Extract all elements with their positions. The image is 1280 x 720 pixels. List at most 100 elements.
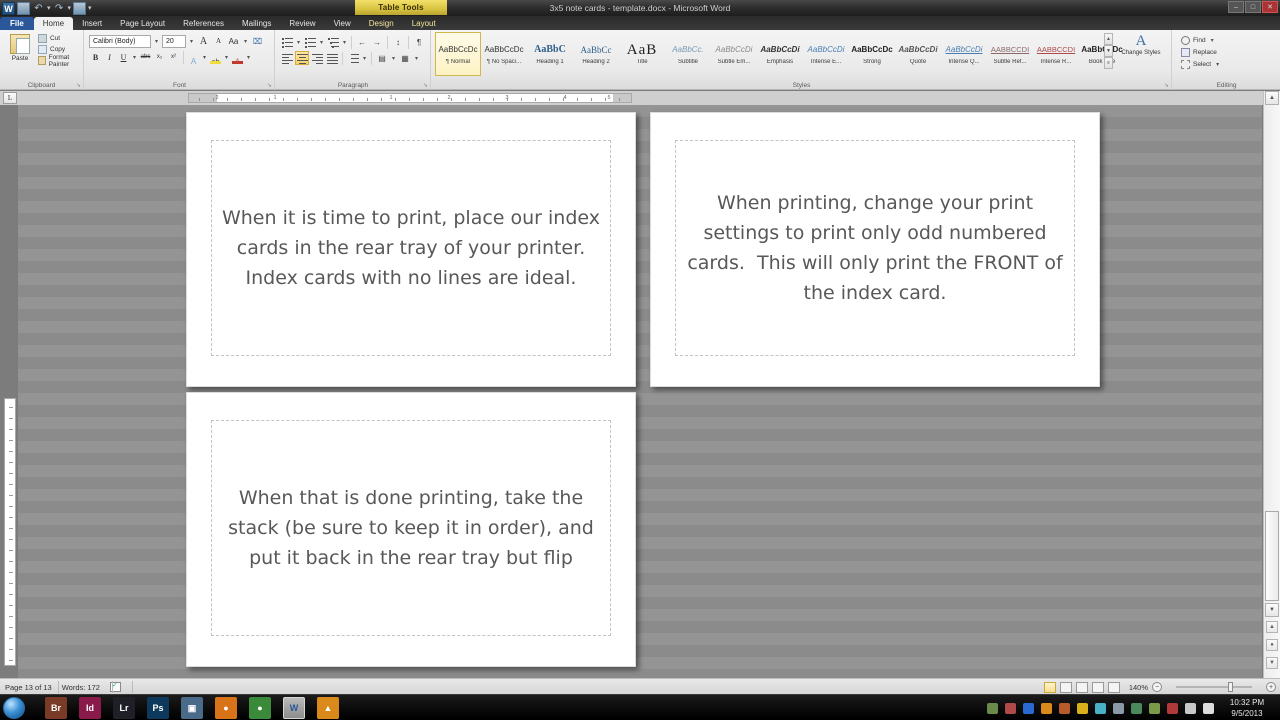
multilevel-list-icon[interactable] bbox=[326, 35, 340, 49]
highlight-dropdown-icon[interactable]: ▾ bbox=[223, 54, 230, 61]
style-item-no-spaci[interactable]: AaBbCcDc ¶ No Spaci... bbox=[481, 32, 527, 76]
numbering-icon[interactable] bbox=[303, 35, 317, 49]
style-item-heading-1[interactable]: AaBbC Heading 1 bbox=[527, 32, 573, 76]
style-item-quote[interactable]: AaBbCcDi Quote bbox=[895, 32, 941, 76]
taskbar-item-word[interactable]: W bbox=[283, 697, 305, 719]
clear-formatting-icon[interactable]: ⌧ bbox=[251, 35, 264, 48]
note-card[interactable]: When it is time to print, place our inde… bbox=[186, 112, 636, 387]
full-screen-reading-view-button[interactable] bbox=[1060, 681, 1072, 693]
close-button[interactable]: ✕ bbox=[1262, 1, 1278, 13]
ribbon-tab-insert[interactable]: Insert bbox=[73, 17, 111, 30]
style-item-heading-2[interactable]: AaBbCc Heading 2 bbox=[573, 32, 619, 76]
increase-indent-icon[interactable]: → bbox=[370, 35, 384, 49]
style-item-intense-r[interactable]: AABBCCDI Intense R... bbox=[1033, 32, 1079, 76]
find-button[interactable]: Find ▾ bbox=[1181, 34, 1221, 46]
note-card-cell[interactable]: When it is time to print, place our inde… bbox=[211, 140, 611, 356]
ribbon-tab-mailings[interactable]: Mailings bbox=[233, 17, 280, 30]
change-case-dropdown-icon[interactable]: ▾ bbox=[242, 38, 249, 45]
tray-icon-6[interactable] bbox=[1113, 702, 1124, 714]
style-item-subtitle[interactable]: AaBbCc. Subtitle bbox=[665, 32, 711, 76]
taskbar-item-chrome[interactable]: ● bbox=[249, 697, 271, 719]
start-button[interactable] bbox=[3, 697, 25, 719]
font-name-dropdown-icon[interactable]: ▾ bbox=[153, 38, 160, 45]
tray-icon-2[interactable] bbox=[1005, 702, 1016, 714]
style-item-title[interactable]: AaB Title bbox=[619, 32, 665, 76]
previous-page-button[interactable]: ▲ bbox=[1266, 621, 1278, 633]
align-center-icon[interactable] bbox=[295, 51, 309, 65]
styles-scroll-down-icon[interactable]: ▼ bbox=[1104, 45, 1113, 57]
scrollbar-thumb[interactable] bbox=[1265, 511, 1279, 601]
style-item-emphasis[interactable]: AaBbCcDi Emphasis bbox=[757, 32, 803, 76]
ribbon-tab-page-layout[interactable]: Page Layout bbox=[111, 17, 174, 30]
bullets-icon[interactable] bbox=[280, 35, 294, 49]
highlight-color-button[interactable]: ab bbox=[209, 51, 222, 66]
ribbon-tab-home[interactable]: Home bbox=[33, 17, 74, 30]
clipboard-dialog-launcher-icon[interactable]: ➘ bbox=[76, 82, 81, 89]
text-effects-dropdown-icon[interactable]: ▾ bbox=[201, 54, 208, 61]
taskbar-item-firefox[interactable]: ● bbox=[215, 697, 237, 719]
draft-view-button[interactable] bbox=[1108, 681, 1120, 693]
font-size-dropdown-icon[interactable]: ▾ bbox=[188, 38, 195, 45]
zoom-in-button[interactable]: + bbox=[1266, 682, 1276, 692]
show-formatting-marks-icon[interactable]: ¶ bbox=[412, 35, 426, 49]
subscript-button[interactable]: x₂ bbox=[153, 51, 166, 64]
ribbon-tab-references[interactable]: References bbox=[174, 17, 233, 30]
style-item-strong[interactable]: AaBbCcDc Strong bbox=[849, 32, 895, 76]
bullets-dropdown-icon[interactable]: ▾ bbox=[295, 39, 302, 46]
scroll-up-button[interactable]: ▲ bbox=[1265, 91, 1279, 105]
taskbar-item-indesign[interactable]: Id bbox=[79, 697, 101, 719]
line-spacing-dropdown-icon[interactable]: ▾ bbox=[361, 55, 368, 62]
superscript-button[interactable]: x² bbox=[167, 51, 180, 64]
tray-icon-7[interactable] bbox=[1131, 702, 1142, 714]
vertical-ruler[interactable] bbox=[4, 398, 16, 666]
borders-dropdown-icon[interactable]: ▾ bbox=[413, 55, 420, 62]
decrease-indent-icon[interactable]: ← bbox=[355, 35, 369, 49]
styles-dialog-launcher-icon[interactable]: ➘ bbox=[1164, 82, 1169, 89]
tab-stop-selector[interactable]: L bbox=[3, 92, 17, 104]
note-card-cell[interactable]: When that is done printing, take the sta… bbox=[211, 420, 611, 636]
zoom-out-button[interactable]: − bbox=[1152, 682, 1162, 692]
ribbon-tab-view[interactable]: View bbox=[325, 17, 360, 30]
tray-icon-bluetooth[interactable] bbox=[1023, 702, 1034, 714]
numbering-dropdown-icon[interactable]: ▾ bbox=[318, 39, 325, 46]
document-canvas[interactable]: When it is time to print, place our inde… bbox=[18, 105, 1262, 678]
tray-icon-1[interactable] bbox=[987, 702, 998, 714]
outline-view-button[interactable] bbox=[1092, 681, 1104, 693]
borders-icon[interactable]: ▦ bbox=[398, 51, 412, 65]
shading-icon[interactable]: ▤ bbox=[375, 51, 389, 65]
paragraph-dialog-launcher-icon[interactable]: ➘ bbox=[423, 82, 428, 89]
sort-icon[interactable]: ↕ bbox=[391, 35, 405, 49]
clock[interactable]: 10:32 PM 9/5/2013 bbox=[1218, 695, 1276, 720]
font-name-input[interactable]: Calibri (Body) bbox=[89, 35, 151, 48]
replace-button[interactable]: Replace bbox=[1181, 46, 1221, 58]
font-size-input[interactable]: 20 bbox=[162, 35, 186, 48]
tray-icon-5[interactable] bbox=[1095, 702, 1106, 714]
print-layout-view-button[interactable] bbox=[1044, 681, 1056, 693]
justify-icon[interactable] bbox=[325, 51, 339, 65]
next-page-button[interactable]: ▼ bbox=[1266, 657, 1278, 669]
web-layout-view-button[interactable] bbox=[1076, 681, 1088, 693]
maximize-button[interactable]: □ bbox=[1245, 1, 1261, 13]
change-case-button[interactable]: Aa bbox=[227, 35, 240, 48]
taskbar-item-display-settings[interactable]: ▣ bbox=[181, 697, 203, 719]
zoom-level-label[interactable]: 140% bbox=[1124, 683, 1148, 692]
horizontal-ruler[interactable]: 2112345 bbox=[188, 93, 632, 103]
zoom-slider[interactable] bbox=[1166, 681, 1262, 693]
tray-icon-network[interactable] bbox=[1185, 702, 1196, 714]
font-dialog-launcher-icon[interactable]: ➘ bbox=[267, 82, 272, 89]
cut-button[interactable]: Cut bbox=[38, 33, 83, 44]
line-spacing-icon[interactable] bbox=[346, 51, 360, 65]
shrink-font-button[interactable]: A bbox=[212, 35, 225, 48]
underline-button[interactable]: U bbox=[117, 51, 130, 64]
note-card-cell[interactable]: When printing, change your print setting… bbox=[675, 140, 1075, 356]
style-item-subtle-ref[interactable]: AABBCCDI Subtle Ref... bbox=[987, 32, 1033, 76]
tray-icon-volume[interactable] bbox=[1203, 702, 1214, 714]
italic-button[interactable]: I bbox=[103, 51, 116, 64]
note-card[interactable]: When that is done printing, take the sta… bbox=[186, 392, 636, 667]
style-item-normal[interactable]: AaBbCcDc ¶ Normal bbox=[435, 32, 481, 76]
font-color-dropdown-icon[interactable]: ▾ bbox=[245, 54, 252, 61]
shading-dropdown-icon[interactable]: ▾ bbox=[390, 55, 397, 62]
style-item-intense-e[interactable]: AaBbCcDi Intense E... bbox=[803, 32, 849, 76]
find-dropdown-icon[interactable]: ▾ bbox=[1209, 37, 1216, 44]
paste-button[interactable]: Paste bbox=[6, 34, 34, 62]
